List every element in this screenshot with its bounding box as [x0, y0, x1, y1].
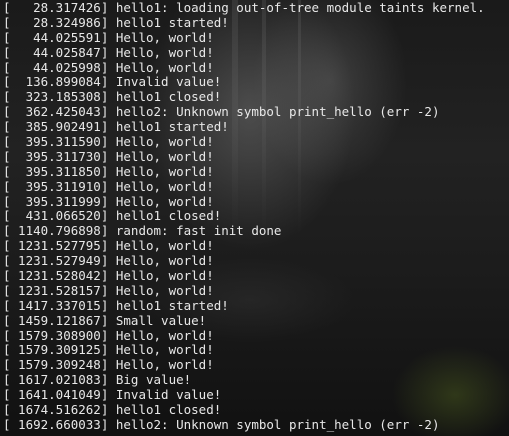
log-line: [ 362.425043] hello2: Unknown symbol pri…: [3, 104, 440, 120]
log-line: [ 1231.527795] Hello, world!: [3, 238, 214, 254]
log-line: [ 1692.660033] hello2: Unknown symbol pr…: [3, 416, 440, 432]
log-line: [ 44.025847] Hello, world!: [3, 44, 214, 60]
log-line: [ 1579.309248] Hello, world!: [3, 357, 214, 373]
log-line: [ 1617.021083] Big value!: [3, 372, 192, 388]
log-line: [ 1459.121867] Small value!: [3, 312, 207, 328]
log-line: [ 1579.309125] Hello, world!: [3, 342, 214, 358]
log-line: [ 1231.528042] Hello, world!: [3, 268, 214, 284]
log-line: [ 28.324986] hello1 started!: [3, 14, 229, 30]
log-line: [ 1674.516262] hello1 closed!: [3, 402, 222, 418]
log-line: [ 323.185308] hello1 closed!: [3, 89, 222, 105]
log-line: [ 1579.308900] Hello, world!: [3, 327, 214, 343]
log-line: [ 395.311850] Hello, world!: [3, 163, 214, 179]
log-line: [ 1140.796898] random: fast init done: [3, 223, 282, 239]
log-line: [ 395.311910] Hello, world!: [3, 178, 214, 194]
log-line: [ 395.311590] Hello, world!: [3, 134, 214, 150]
log-line: [ 431.066520] hello1 closed!: [3, 208, 222, 224]
log-line: [ 395.311999] Hello, world!: [3, 193, 214, 209]
log-line: [ 1417.337015] hello1 started!: [3, 297, 229, 313]
log-line: [ 28.317426] hello1: loading out-of-tree…: [3, 1, 485, 15]
log-line: [ 385.902491] hello1 started!: [3, 119, 229, 135]
log-line: [ 1231.527949] Hello, world!: [3, 253, 214, 269]
log-line: [ 395.311730] Hello, world!: [3, 148, 214, 164]
terminal-output[interactable]: [ 28.317426] hello1: loading out-of-tree…: [3, 1, 509, 436]
log-line: [ 44.025998] Hello, world!: [3, 59, 214, 75]
log-line: [ 44.025591] Hello, world!: [3, 29, 214, 45]
log-line: [ 136.899084] Invalid value!: [3, 74, 222, 90]
log-line: [ 1641.041049] Invalid value!: [3, 387, 222, 403]
log-line: [ 1231.528157] Hello, world!: [3, 282, 214, 298]
